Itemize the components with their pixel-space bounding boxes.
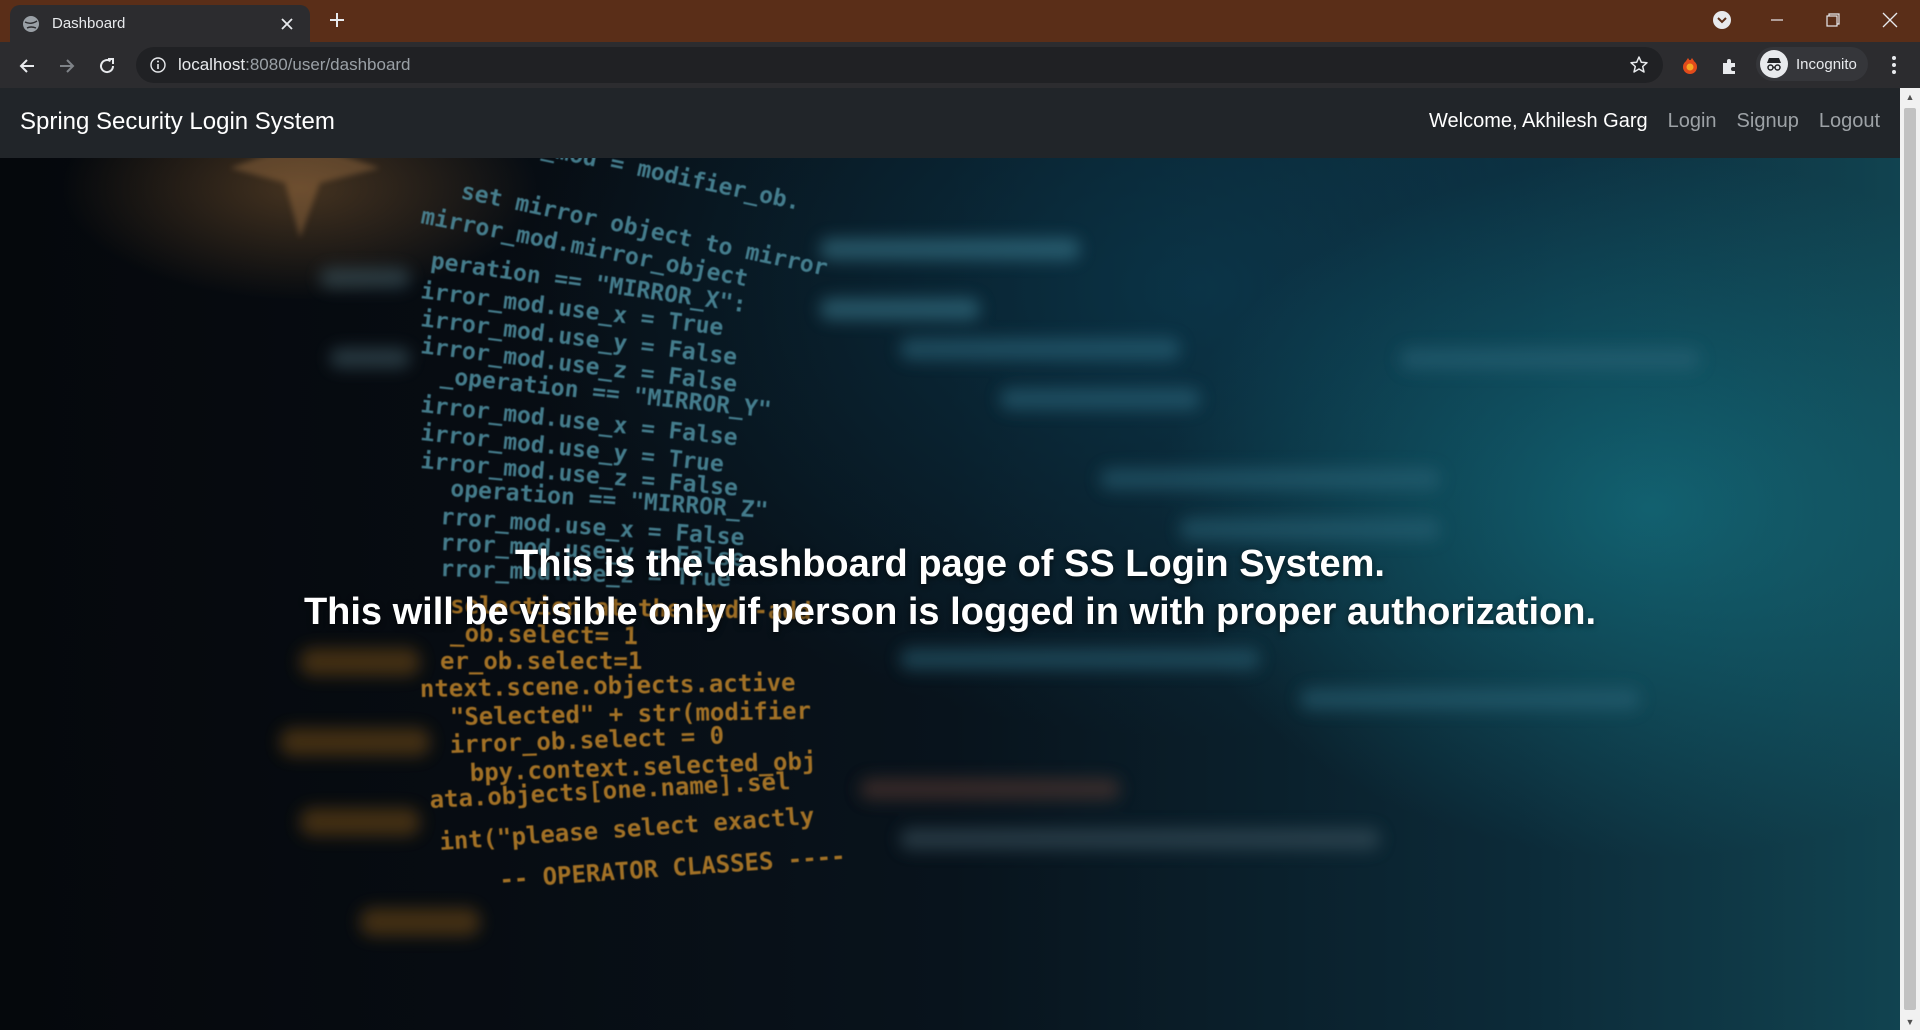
background-code-line: -- OPERATOR CLASSES ----	[498, 842, 846, 894]
menu-dots-icon[interactable]	[1880, 50, 1908, 80]
welcome-message: Welcome, Akhilesh Garg	[1428, 110, 1648, 132]
site-navbar: Spring Security Login System Welcome, Ak…	[0, 88, 1900, 158]
plus-icon[interactable]	[323, 8, 351, 36]
address-bar[interactable]: localhost:8080/user/dashboard	[136, 47, 1663, 83]
scroll-down-arrow-icon[interactable]: ▼	[1900, 1013, 1920, 1030]
incognito-label: Incognito	[1796, 55, 1857, 73]
tab-search-icon[interactable]	[1702, 0, 1742, 40]
forward-icon[interactable]	[51, 50, 83, 82]
tab-strip: Dashboard	[0, 0, 1920, 42]
page-viewport: mirror_mod = modifier_ob. set mirror obje…	[0, 88, 1900, 1030]
url-host: localhost	[178, 55, 246, 74]
restore-icon[interactable]	[1813, 0, 1853, 40]
nav-login-link[interactable]: Login	[1668, 110, 1717, 133]
dashboard-message-line1: This is the dashboard page of SS Login S…	[515, 543, 1385, 585]
globe-icon	[22, 15, 40, 33]
site-brand-link[interactable]: Spring Security Login System	[20, 108, 335, 136]
scroll-up-arrow-icon[interactable]: ▲	[1900, 88, 1920, 105]
page-scrollbar[interactable]: ▲ ▼	[1900, 88, 1920, 1030]
nav-logout-link[interactable]: Logout	[1819, 110, 1880, 133]
incognito-profile-button[interactable]: Incognito	[1756, 47, 1868, 81]
dashboard-message: This is the dashboard page of SS Login S…	[0, 540, 1900, 636]
close-icon[interactable]	[276, 13, 298, 35]
minimize-icon[interactable]	[1757, 0, 1797, 40]
browser-toolbar: localhost:8080/user/dashboard Incognito	[0, 42, 1920, 88]
url-path: :8080/user/dashboard	[245, 55, 411, 74]
extension-icon[interactable]	[1678, 54, 1702, 78]
tab-title: Dashboard	[52, 15, 126, 32]
close-window-icon[interactable]	[1870, 0, 1910, 40]
incognito-icon	[1760, 50, 1788, 78]
star-icon[interactable]	[1627, 53, 1651, 77]
scroll-thumb[interactable]	[1904, 108, 1916, 1010]
dashboard-message-line2: This will be visible only if person is l…	[303, 591, 1597, 633]
back-icon[interactable]	[11, 50, 43, 82]
browser-tab[interactable]: Dashboard	[10, 5, 310, 42]
nav-signup-link[interactable]: Signup	[1737, 110, 1799, 133]
navbar-links: Welcome, Akhilesh Garg Login Signup Logo…	[1429, 110, 1880, 133]
reload-icon[interactable]	[91, 50, 123, 82]
info-icon[interactable]	[150, 57, 166, 73]
puzzle-icon[interactable]	[1718, 54, 1742, 78]
